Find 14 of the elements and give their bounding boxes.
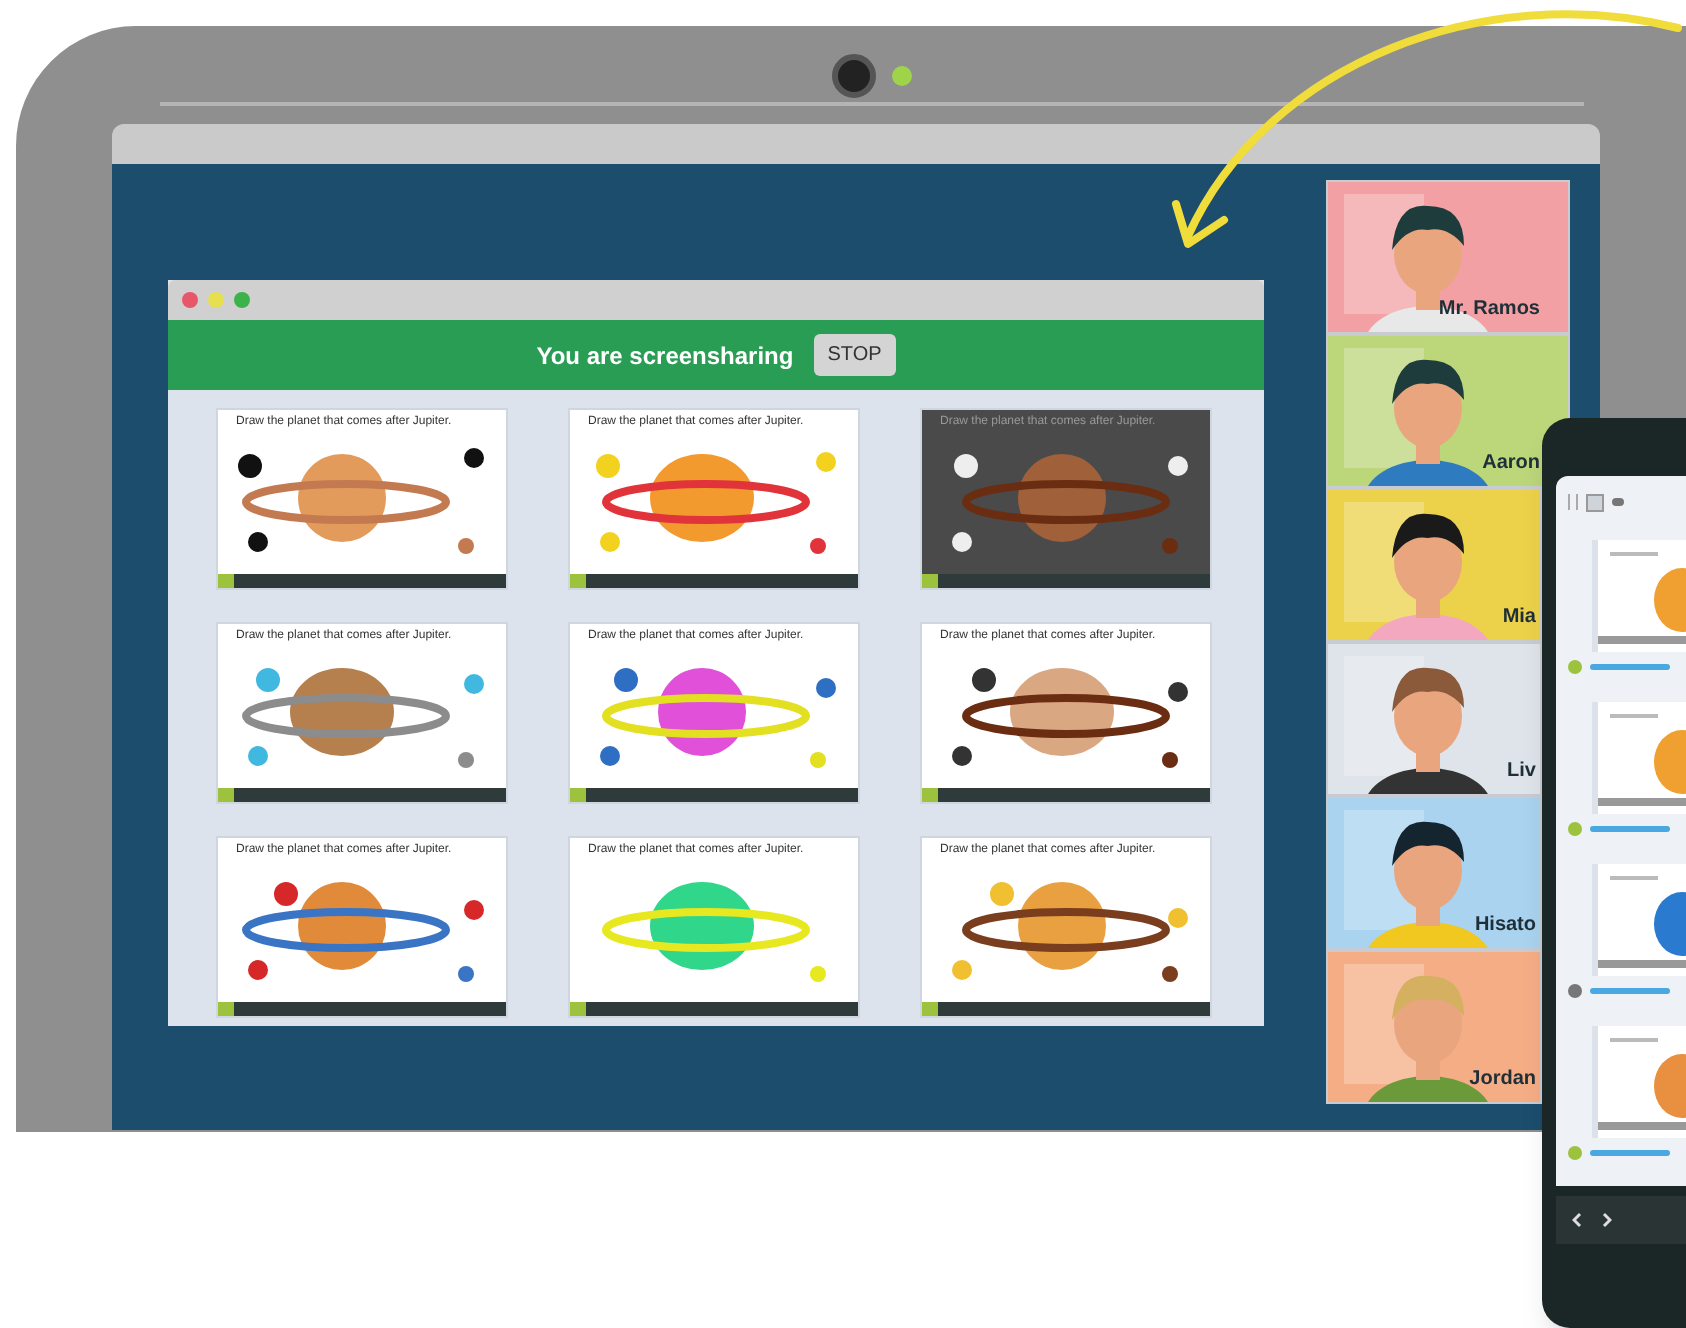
banner-text: You are screensharing <box>536 339 794 373</box>
participant-name: Hisato <box>1474 912 1536 940</box>
video-tile[interactable]: Liv <box>1326 642 1542 796</box>
video-tile[interactable]: Mr. Ramos <box>1326 180 1570 334</box>
participant-name: Aaron <box>1482 450 1540 478</box>
participant-name: Jordan <box>1469 1066 1536 1094</box>
video-tile[interactable]: Mia <box>1326 488 1542 642</box>
stop-button[interactable]: STOP <box>813 334 896 376</box>
participant-name: Mia <box>1502 604 1536 632</box>
participant-name: Liv <box>1507 758 1536 786</box>
participant-name: Mr. Ramos <box>1438 296 1540 324</box>
video-tile[interactable]: Aaron <box>1326 334 1570 488</box>
video-tile[interactable]: Jordan <box>1326 950 1542 1104</box>
video-tile[interactable]: Hisato <box>1326 796 1542 950</box>
